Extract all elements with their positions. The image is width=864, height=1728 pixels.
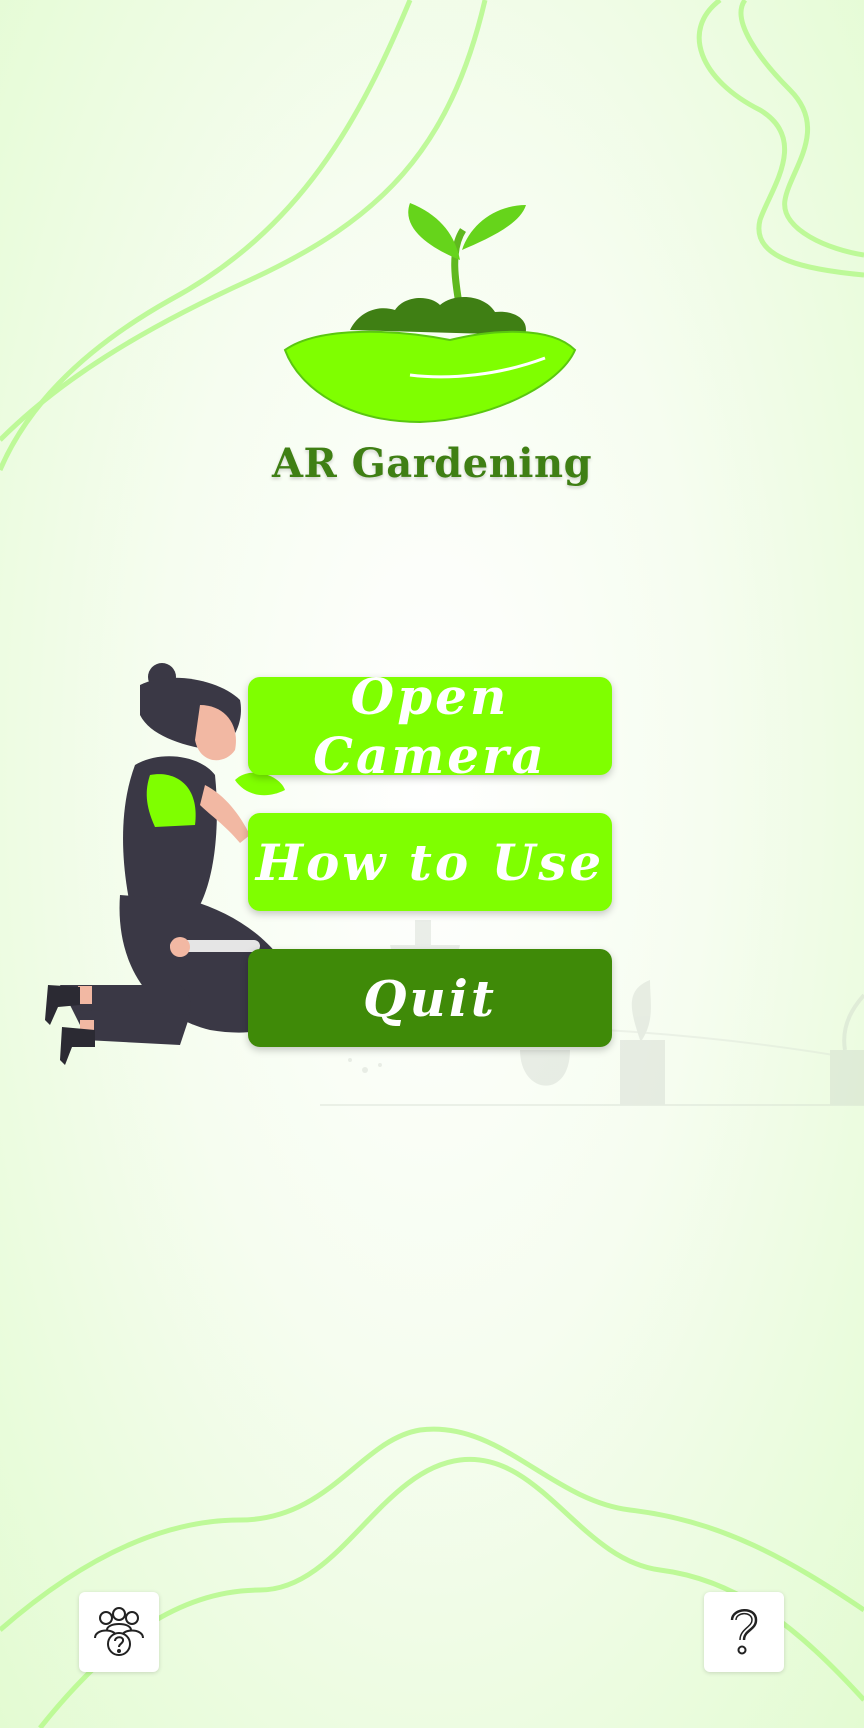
app-title: AR Gardening (271, 440, 593, 487)
quit-button[interactable]: Quit (248, 949, 612, 1047)
question-mark-icon (730, 1609, 758, 1655)
open-camera-button[interactable]: Open Camera (248, 667, 612, 785)
how-to-use-button[interactable]: How to Use (248, 813, 612, 911)
help-button[interactable] (704, 1592, 784, 1672)
team-button[interactable] (79, 1592, 159, 1672)
plant-in-hand-logo (283, 203, 577, 424)
people-help-icon (94, 1607, 144, 1656)
